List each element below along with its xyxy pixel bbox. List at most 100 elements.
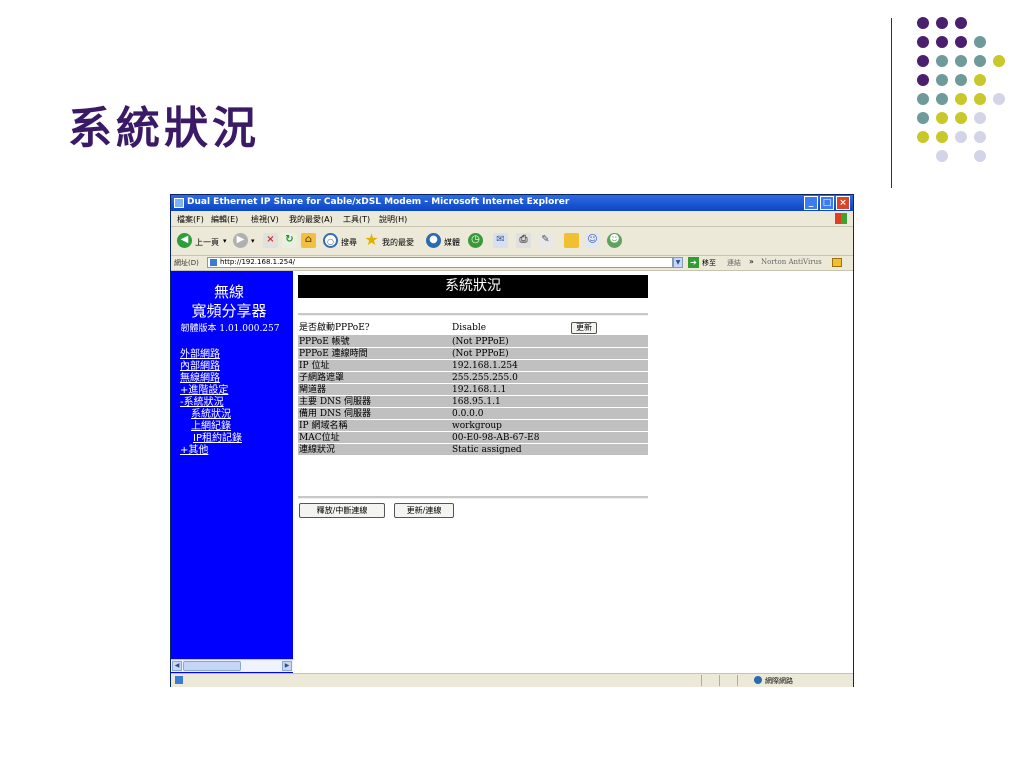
- decorative-dot: [936, 112, 948, 124]
- decorative-dot: [955, 17, 967, 29]
- back-label[interactable]: 上一頁: [195, 237, 219, 248]
- edit-icon[interactable]: ✎: [538, 233, 553, 248]
- back-arrow-icon[interactable]: ◀: [177, 233, 192, 248]
- address-input[interactable]: http://192.168.1.254/: [207, 257, 673, 268]
- address-bar: 網址(D) http://192.168.1.254/ ▼ ➔ 移至 連結 » …: [171, 256, 853, 271]
- go-button[interactable]: 移至: [702, 258, 716, 268]
- table-row: PPPoE 帳號 (Not PPPoE): [298, 335, 648, 348]
- print-icon[interactable]: ⎙: [516, 233, 531, 248]
- row-label: 主要 DNS 伺服器: [298, 395, 451, 408]
- menu-help[interactable]: 說明(H): [379, 214, 407, 225]
- decorative-dot: [936, 74, 948, 86]
- back-dropdown-icon[interactable]: ▾: [223, 237, 227, 245]
- decorative-dot: [917, 93, 929, 105]
- refresh-cell: 更新: [570, 321, 648, 336]
- menu-favorites[interactable]: 我的最愛(A): [289, 214, 333, 225]
- slide-title: 系統狀況: [68, 103, 260, 154]
- decorative-dot: [993, 93, 1005, 105]
- status-bar: 網際網路: [171, 673, 853, 687]
- norton-antivirus-link[interactable]: Norton AntiVirus: [761, 258, 822, 266]
- refresh-icon[interactable]: ↻: [282, 233, 297, 248]
- decorative-dot: [955, 55, 967, 67]
- page-content: 無線 寬頻分享器 韌體版本 1.01.000.257 外部網路 內部網路 無線網…: [171, 271, 853, 673]
- forward-arrow-icon[interactable]: ▶: [233, 233, 248, 248]
- stop-icon[interactable]: ×: [263, 233, 278, 248]
- messenger-icon[interactable]: ☺: [585, 233, 600, 248]
- decorative-dot: [917, 112, 929, 124]
- menu-tools[interactable]: 工具(T): [343, 214, 370, 225]
- links-label[interactable]: 連結: [727, 258, 741, 268]
- decorative-dot: [936, 55, 948, 67]
- forward-dropdown-icon[interactable]: ▾: [251, 237, 255, 245]
- table-row: 子網路遮罩 255.255.255.0: [298, 371, 648, 384]
- divider-bottom: [298, 496, 648, 499]
- decorative-dot: [917, 55, 929, 67]
- row-label: PPPoE 帳號: [298, 335, 451, 348]
- page-heading: 系統狀況: [298, 275, 648, 298]
- address-url[interactable]: http://192.168.1.254/: [220, 258, 295, 266]
- address-dropdown-icon[interactable]: ▼: [673, 257, 683, 268]
- row-label: 閘道器: [298, 383, 451, 396]
- menu-file[interactable]: 檔案(F): [177, 214, 204, 225]
- menu-edit[interactable]: 編輯(E): [211, 214, 238, 225]
- home-icon[interactable]: ⌂: [301, 233, 316, 248]
- row-label: MAC位址: [298, 431, 451, 444]
- decorative-dot: [955, 131, 967, 143]
- media-icon[interactable]: ●: [426, 233, 441, 248]
- decorative-dot: [917, 131, 929, 143]
- refresh-button[interactable]: 更新: [571, 322, 597, 334]
- horizontal-scrollbar[interactable]: ◀ ▶: [171, 659, 293, 672]
- favorites-label[interactable]: 我的最愛: [382, 237, 414, 248]
- table-row: MAC位址 00-E0-98-AB-67-E8: [298, 431, 648, 444]
- status-divider: [719, 675, 720, 686]
- scroll-right-icon[interactable]: ▶: [282, 661, 292, 671]
- decorative-dot: [936, 150, 948, 162]
- row-value: (Not PPPoE): [451, 347, 570, 360]
- row-label: PPPoE 連線時間: [298, 347, 451, 360]
- go-arrow-icon[interactable]: ➔: [688, 257, 699, 268]
- menu-bar: 檔案(F) 編輯(E) 檢視(V) 我的最愛(A) 工具(T) 說明(H): [171, 212, 853, 227]
- search-icon[interactable]: ○: [323, 233, 338, 248]
- page-icon: [210, 259, 217, 266]
- decorative-dot: [955, 74, 967, 86]
- row-value: 00-E0-98-AB-67-E8: [451, 431, 570, 444]
- row-value: 192.168.1.1: [451, 383, 570, 396]
- row-label: IP 網域名稱: [298, 419, 451, 432]
- window-titlebar[interactable]: Dual Ethernet IP Share for Cable/xDSL Mo…: [171, 195, 853, 211]
- people-icon[interactable]: ☻: [607, 233, 622, 248]
- menu-view[interactable]: 檢視(V): [251, 214, 279, 225]
- renew-connect-button[interactable]: 更新/連線: [394, 503, 454, 518]
- sidebar-title-line1: 無線: [213, 283, 244, 301]
- browser-toolbar: ◀ 上一頁 ▾ ▶ ▾ × ↻ ⌂ ○ 搜尋 ★ 我的最愛 ● 媒體 ◷ ✉ ⎙…: [171, 227, 853, 256]
- sidebar-item-other[interactable]: +其他: [180, 441, 208, 456]
- release-disconnect-button[interactable]: 釋放/中斷連線: [299, 503, 385, 518]
- status-table: 是否啟動PPPoE? Disable 更新 PPPoE 帳號 (Not PPPoE…: [298, 321, 648, 456]
- folder-icon[interactable]: [564, 233, 579, 248]
- search-label[interactable]: 搜尋: [341, 237, 357, 248]
- status-divider: [737, 675, 738, 686]
- row-spacer: [570, 347, 648, 360]
- history-icon[interactable]: ◷: [468, 233, 483, 248]
- close-icon[interactable]: ×: [836, 196, 850, 210]
- maximize-icon[interactable]: □: [820, 196, 834, 210]
- decorative-dot: [974, 36, 986, 48]
- row-label: 備用 DNS 伺服器: [298, 407, 451, 420]
- table-row: IP 網域名稱 workgroup: [298, 419, 648, 432]
- links-chevron-icon[interactable]: »: [749, 257, 754, 266]
- decorative-dot: [917, 74, 929, 86]
- row-label: 連線狀況: [298, 443, 451, 456]
- browser-window: Dual Ethernet IP Share for Cable/xDSL Mo…: [170, 194, 854, 687]
- table-row: 備用 DNS 伺服器 0.0.0.0: [298, 407, 648, 420]
- media-label[interactable]: 媒體: [444, 237, 460, 248]
- scroll-left-icon[interactable]: ◀: [172, 661, 182, 671]
- row-value: workgroup: [451, 419, 570, 432]
- decorative-dot: [917, 17, 929, 29]
- scrollbar-thumb[interactable]: [183, 661, 241, 671]
- mail-icon[interactable]: ✉: [493, 233, 508, 248]
- norton-icon[interactable]: [832, 258, 842, 267]
- minimize-icon[interactable]: _: [804, 196, 818, 210]
- row-spacer: [570, 407, 648, 420]
- favorites-star-icon[interactable]: ★: [364, 232, 379, 248]
- row-value: 0.0.0.0: [451, 407, 570, 420]
- decorative-dot: [993, 55, 1005, 67]
